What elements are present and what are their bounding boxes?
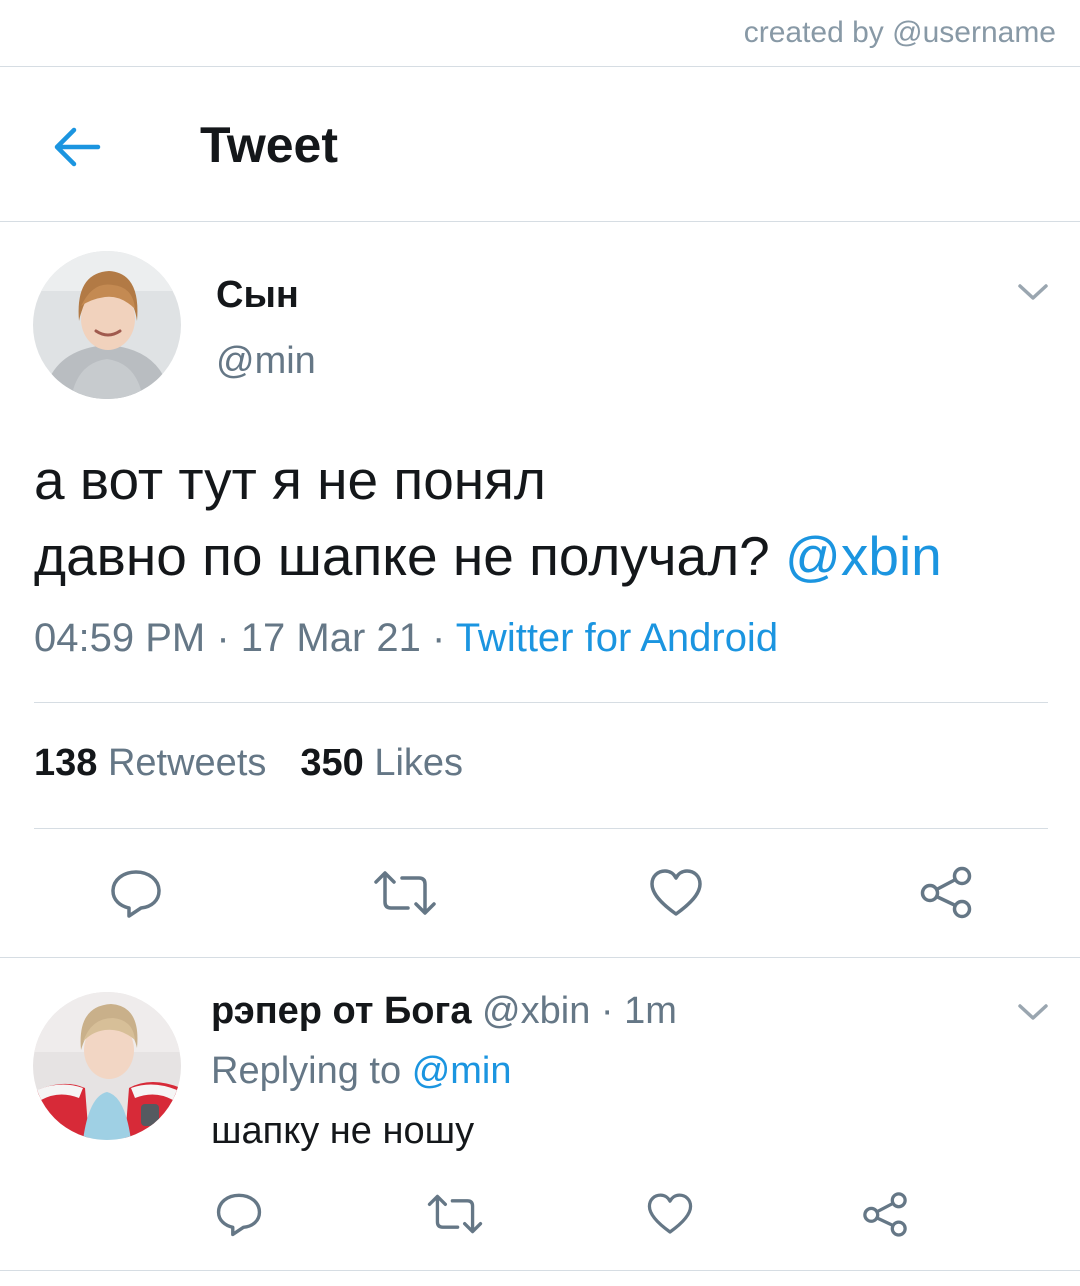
stats-divider <box>34 828 1048 829</box>
tweet-stats: 138 Retweets 350 Likes <box>34 742 497 785</box>
reply-author-name[interactable]: рэпер от Бога <box>211 990 471 1032</box>
tweet-source-link[interactable]: Twitter for Android <box>456 616 778 660</box>
author-handle[interactable]: @min <box>216 340 316 383</box>
share-button[interactable] <box>918 864 974 920</box>
top-divider <box>0 66 1080 67</box>
likes-count: 350 <box>300 742 364 784</box>
reply-text: шапку не ношу <box>211 1110 475 1152</box>
author-name[interactable]: Сын <box>216 274 299 317</box>
reply-button[interactable] <box>109 866 163 920</box>
likes-label: Likes <box>374 742 464 784</box>
reply-like-button[interactable] <box>646 1190 694 1238</box>
credit-text: created by @username <box>743 16 1056 49</box>
mention-link[interactable]: @xbin <box>785 525 942 587</box>
replying-to: Replying to @min <box>211 1050 512 1093</box>
replying-to-label: Replying to <box>211 1050 402 1092</box>
reply-icon <box>216 1193 262 1237</box>
retweet-icon <box>374 871 436 915</box>
tweet-text-line2: давно по шапке не получал? @xbin <box>34 518 942 594</box>
retweet-icon <box>427 1194 483 1234</box>
tweet-text-line1: а вот тут я не понял <box>34 449 547 511</box>
share-icon <box>863 1192 907 1237</box>
author-avatar[interactable] <box>33 251 181 399</box>
reply-menu-button[interactable] <box>1014 998 1052 1026</box>
reply-reply-button[interactable] <box>215 1190 263 1238</box>
tweet-date: 17 Mar 21 <box>240 616 421 660</box>
page-title: Tweet <box>200 117 338 173</box>
heart-icon <box>647 1193 693 1234</box>
likes-stat[interactable]: 350 Likes <box>300 742 463 784</box>
like-button[interactable] <box>648 866 704 920</box>
share-icon <box>920 866 972 919</box>
app-header: Tweet <box>0 68 1080 221</box>
reply-author-handle[interactable]: @xbin <box>482 990 590 1032</box>
retweets-label: Retweets <box>107 742 267 784</box>
retweet-button[interactable] <box>372 866 438 920</box>
tweet-meta: 04:59 PM · 17 Mar 21 · Twitter for Andro… <box>34 616 779 660</box>
reply-icon <box>111 870 161 918</box>
tweet-text-body: давно по шапке не получал? <box>34 525 770 587</box>
tweet-text: а вот тут я не понял давно по шапке не п… <box>34 442 942 594</box>
replying-to-mention[interactable]: @min <box>412 1050 512 1092</box>
back-button[interactable] <box>50 120 104 174</box>
tweet-menu-button[interactable] <box>1014 278 1052 306</box>
chevron-down-icon <box>1018 1004 1048 1020</box>
meta-divider <box>34 702 1048 703</box>
heart-icon <box>650 869 702 916</box>
reply-time: 1m <box>624 990 677 1032</box>
reply-divider <box>0 957 1080 958</box>
bottom-divider <box>0 1270 1080 1271</box>
reply-retweet-button[interactable] <box>426 1190 484 1238</box>
header-divider <box>0 221 1080 222</box>
retweets-stat[interactable]: 138 Retweets <box>34 742 266 784</box>
reply-author-avatar[interactable] <box>33 992 181 1140</box>
reply-share-button[interactable] <box>861 1190 909 1238</box>
tweet-time: 04:59 PM <box>34 616 206 660</box>
back-arrow-icon <box>54 127 101 167</box>
chevron-down-icon <box>1018 284 1048 300</box>
reply-header: рэпер от Бога @xbin · 1m <box>211 990 677 1032</box>
retweets-count: 138 <box>34 742 98 784</box>
